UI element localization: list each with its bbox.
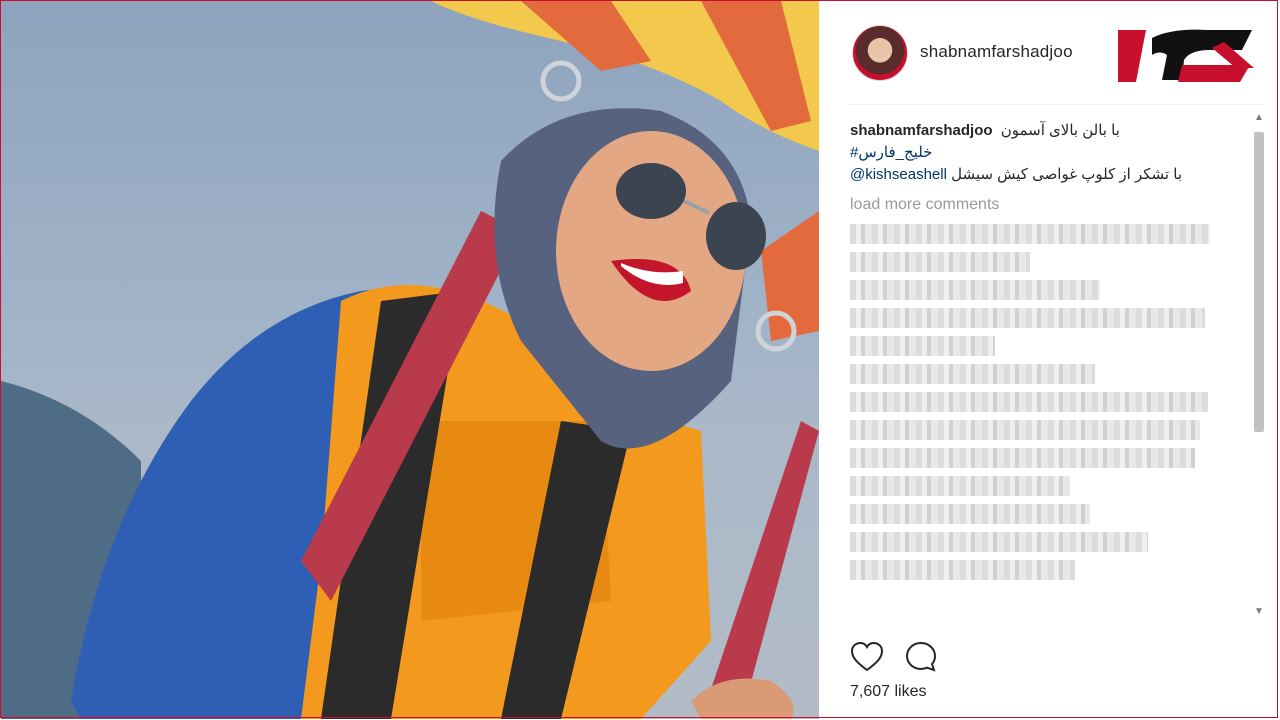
caption-text: با بالن بالای آسمون <box>1000 122 1120 139</box>
caption-username[interactable]: shabnamfarshadjoo <box>850 122 993 139</box>
post-actions <box>850 640 1250 674</box>
hashtag-link[interactable]: #خلیج_فارس <box>850 144 932 161</box>
heart-icon[interactable] <box>850 640 884 674</box>
caption: shabnamfarshadjoo با بالن بالای آسمون <box>850 120 1240 142</box>
blurred-comment <box>850 224 1210 244</box>
scroll-up-arrow-icon[interactable]: ▲ <box>1253 112 1265 124</box>
blurred-comment <box>850 308 1205 328</box>
blurred-comments <box>850 224 1240 580</box>
load-more-comments[interactable]: load more comments <box>850 196 1240 214</box>
profile-avatar[interactable] <box>852 25 908 81</box>
parasailing-photo <box>1 1 819 719</box>
post-photo <box>1 1 819 719</box>
blurred-comment <box>850 392 1208 412</box>
comment-icon[interactable] <box>904 640 938 674</box>
caption-mention-line: @kishseashell با تشکر از کلوپ غواصی کیش … <box>850 164 1240 186</box>
blurred-comment <box>850 504 1090 524</box>
blurred-comment <box>850 476 1070 496</box>
mention-link[interactable]: @kishseashell <box>850 166 947 183</box>
blurred-comment <box>850 448 1195 468</box>
mention-text: با تشکر از کلوپ غواصی کیش سیشل <box>951 166 1182 183</box>
blurred-comment <box>850 252 1030 272</box>
blurred-comment <box>850 532 1148 552</box>
likes-count: 7,607 likes <box>850 683 927 700</box>
blurred-comment <box>850 420 1200 440</box>
scroll-thumb[interactable] <box>1254 132 1264 432</box>
brand-logo <box>1118 29 1254 82</box>
header-divider <box>850 104 1264 105</box>
blurred-comment <box>850 280 1100 300</box>
blurred-comment <box>850 336 995 356</box>
comments-scrollbar[interactable]: ▲ ▼ <box>1250 110 1268 620</box>
post-sidebar: shabnamfarshadjoo shabnamfarshadjoo با ب… <box>820 0 1279 720</box>
blurred-comment <box>850 364 1095 384</box>
post-username[interactable]: shabnamfarshadjoo <box>920 42 1073 62</box>
comments-list: shabnamfarshadjoo با بالن بالای آسمون #خ… <box>850 120 1240 588</box>
post-header: shabnamfarshadjoo <box>820 0 1279 104</box>
scroll-down-arrow-icon[interactable]: ▼ <box>1253 606 1265 618</box>
blurred-comment <box>850 560 1075 580</box>
caption-hashtag-line: #خلیج_فارس <box>850 142 1240 164</box>
